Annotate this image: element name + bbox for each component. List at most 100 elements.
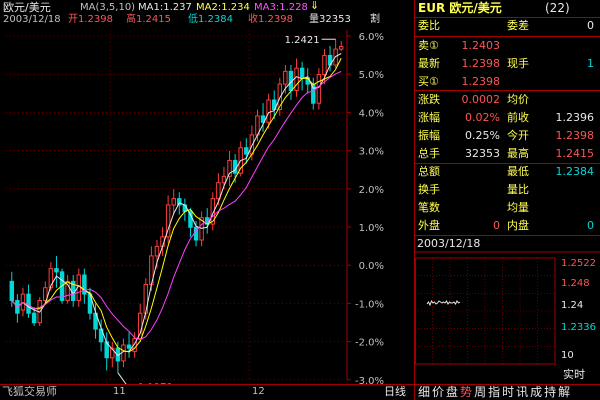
- quote-title-separator: [415, 17, 600, 18]
- quote-label: 委差: [507, 19, 529, 32]
- quote-code: (22): [545, 1, 570, 15]
- quote-separator: [415, 90, 600, 91]
- quote-pair-title: EUR 欧元/美元: [418, 1, 502, 15]
- mini-right-label: 10: [561, 350, 574, 361]
- bottom-bar: 飞狐交易师 11 12 日线 细价盘势周指时讯成持解: [0, 384, 600, 400]
- main-chart-panel[interactable]: 欧元/美元 MA(3,5,10) MA1:1.237 MA2:1.234 MA3…: [0, 0, 386, 384]
- candle-body: [216, 182, 221, 200]
- mini-right-label: 1.2336: [561, 322, 596, 333]
- quote-label: 笔数: [418, 201, 440, 214]
- y-tick-label: 1.0%: [359, 223, 384, 234]
- quote-label: 前收: [507, 111, 529, 124]
- quote-separator: [415, 163, 600, 164]
- menu-item-2[interactable]: 盘: [446, 384, 458, 400]
- y-tick-label: -3.0%: [355, 376, 384, 384]
- candle-body: [316, 74, 322, 104]
- ma-line-ma2: [11, 57, 342, 353]
- candle-body: [311, 83, 316, 104]
- bottom-menu: 细价盘势周指时讯成持解: [418, 384, 572, 400]
- quote-label: 涨跌: [418, 93, 440, 106]
- quote-value: 1.2415: [555, 147, 595, 160]
- quote-label: 委比: [418, 19, 440, 32]
- mini-mode-label: 实时: [563, 367, 585, 381]
- candle-body: [232, 159, 238, 174]
- candle-body: [177, 198, 182, 206]
- quote-panel: EUR 欧元/美元 (22) 委比 委差 0 卖① 1.2403 最新 1.2398 现手 1 买…: [415, 0, 600, 236]
- quote-label: 最高: [507, 147, 529, 160]
- menu-item-10[interactable]: 解: [558, 384, 570, 400]
- quote-value: 0.0002: [461, 93, 501, 106]
- period-label[interactable]: 日线: [384, 384, 406, 400]
- mini-right-label: 1.248: [561, 278, 590, 289]
- candle-body: [9, 280, 15, 301]
- candle-body: [338, 46, 344, 50]
- mini-intraday-chart[interactable]: 1.2522 1.248 1.24 1.2336 10 实时: [415, 236, 600, 384]
- candle-body: [154, 245, 160, 257]
- quote-value: 1.2396: [555, 111, 595, 124]
- menu-item-4[interactable]: 周: [474, 384, 486, 400]
- menu-item-7[interactable]: 讯: [516, 384, 528, 400]
- candle-body: [126, 344, 132, 349]
- quote-value: 1: [587, 57, 594, 70]
- menu-item-3[interactable]: 势: [460, 384, 472, 400]
- menu-item-5[interactable]: 指: [488, 384, 500, 400]
- candle-body: [299, 67, 305, 79]
- quote-separator: [415, 36, 600, 37]
- quote-label: 现手: [507, 57, 529, 70]
- menu-item-9[interactable]: 持: [544, 384, 556, 400]
- candle-body: [182, 204, 188, 212]
- candle-body: [294, 67, 299, 91]
- candle-body: [266, 99, 271, 123]
- menu-item-6[interactable]: 时: [502, 384, 514, 400]
- quote-label: 均量: [507, 201, 529, 214]
- ma-line-ma1: [11, 53, 342, 357]
- y-tick-label: 4.0%: [359, 108, 384, 119]
- y-tick-label: 6.0%: [359, 32, 384, 43]
- x-tick-12: 12: [252, 386, 265, 397]
- low-annotation-line: [117, 372, 127, 384]
- quote-label: 总手: [418, 147, 440, 160]
- candle-body: [26, 293, 31, 314]
- candlestick-chart[interactable]: 6.0% 5.0% 4.0% 3.0% 2.0% 1.0% 0.0% -1.0% -2.0% -3…: [0, 0, 386, 384]
- quote-label: 外盘: [418, 219, 440, 232]
- quote-value: 1.2398: [461, 57, 501, 70]
- candle-body: [171, 198, 176, 206]
- y-tick-label: 3.0%: [359, 147, 384, 158]
- quote-label: 总额: [418, 165, 440, 178]
- quote-label: 换手: [418, 183, 440, 196]
- quote-label: 最新: [418, 57, 440, 70]
- quote-label: 振幅: [418, 129, 440, 142]
- quote-value: 0.25%: [465, 129, 500, 142]
- candle-body: [244, 147, 249, 155]
- quote-value: 0.02%: [465, 111, 500, 124]
- quote-value: 0: [493, 219, 500, 232]
- x-tick-11: 11: [113, 386, 126, 397]
- candle-body: [221, 175, 227, 184]
- quote-value: 1.2398: [461, 75, 501, 88]
- menu-item-8[interactable]: 成: [530, 384, 542, 400]
- quote-label: 今开: [507, 129, 529, 142]
- y-tick-label: 2.0%: [359, 185, 384, 196]
- candle-body: [54, 268, 59, 273]
- y-tick-label: -2.0%: [355, 338, 384, 349]
- quote-value: 1.2403: [461, 39, 501, 52]
- quote-label: 卖①: [418, 39, 439, 52]
- candle-body: [322, 54, 327, 76]
- mini-chart-panel[interactable]: 2003/12/18 1.2522 1.248 1.24 1.2336 10 实时: [415, 236, 600, 384]
- mini-right-label: 1.2522: [561, 258, 596, 269]
- brand-label: 飞狐交易师: [2, 385, 57, 398]
- quote-label: 量比: [507, 183, 529, 196]
- candle-body: [283, 70, 288, 85]
- quote-value: 0: [587, 19, 594, 32]
- menu-item-1[interactable]: 价: [432, 384, 444, 400]
- menu-item-0[interactable]: 细: [418, 384, 430, 400]
- quote-value: 32353: [465, 147, 500, 160]
- quote-label: 涨幅: [418, 111, 440, 124]
- quote-label: 最低: [507, 165, 529, 178]
- y-tick-label: -1.0%: [355, 299, 384, 310]
- quote-label: 均价: [507, 93, 529, 106]
- y-tick-label: 0.0%: [359, 261, 384, 272]
- candle-body: [31, 312, 37, 324]
- mini-right-label: 1.24: [561, 300, 583, 311]
- quote-value: 1.2398: [555, 129, 595, 142]
